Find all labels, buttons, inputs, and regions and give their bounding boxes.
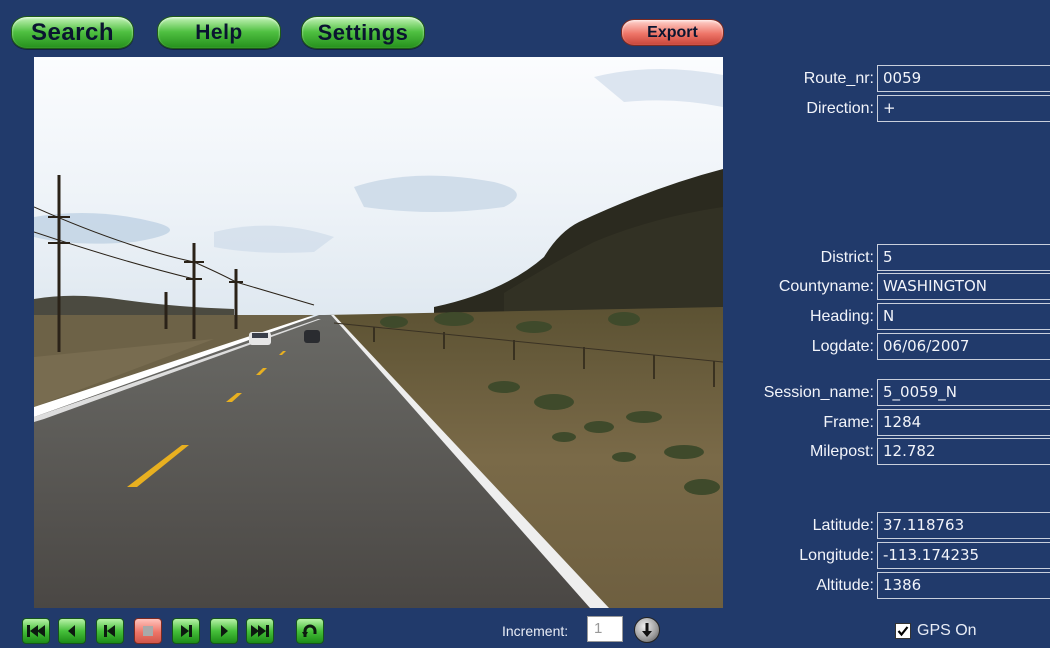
heading-label: Heading: <box>809 308 874 325</box>
increment-button[interactable] <box>634 617 660 643</box>
route-nr-field[interactable]: 0059 <box>877 65 1050 92</box>
milepost-field[interactable]: 12.782 <box>877 438 1050 465</box>
district-label: District: <box>820 249 874 266</box>
gps-label: GPS On <box>917 622 977 639</box>
last-frame-icon <box>251 625 269 637</box>
longitude-label: Longitude: <box>799 547 874 564</box>
latitude-label: Latitude: <box>812 517 874 534</box>
gps-checkbox[interactable] <box>895 623 911 639</box>
altitude-field[interactable]: 1386 <box>877 572 1050 599</box>
latitude-field[interactable]: 37.118763 <box>877 512 1050 539</box>
district-field[interactable]: 5 <box>877 244 1050 271</box>
heading-field[interactable]: N <box>877 303 1050 330</box>
frame-field[interactable]: 1284 <box>877 409 1050 436</box>
help-button[interactable]: Help <box>157 16 281 49</box>
session-name-field[interactable]: 5_0059_N <box>877 379 1050 406</box>
export-button[interactable]: Export <box>621 19 724 46</box>
step-back-icon <box>104 625 115 637</box>
play-button[interactable] <box>210 618 238 644</box>
play-icon <box>221 625 228 637</box>
increment-input[interactable]: 1 <box>587 616 623 642</box>
search-button[interactable]: Search <box>11 16 134 49</box>
step-back-button[interactable] <box>96 618 124 644</box>
previous-button[interactable] <box>58 618 86 644</box>
logdate-label: Logdate: <box>811 338 874 355</box>
last-frame-button[interactable] <box>246 618 274 644</box>
down-arrow-icon <box>642 623 652 637</box>
stop-icon <box>143 626 153 636</box>
reset-button[interactable] <box>296 618 324 644</box>
logdate-field[interactable]: 06/06/2007 <box>877 333 1050 360</box>
direction-field[interactable]: + <box>877 95 1050 122</box>
direction-label: Direction: <box>806 100 874 117</box>
first-frame-button[interactable] <box>22 618 50 644</box>
frame-label: Frame: <box>823 414 874 431</box>
step-forward-button[interactable] <box>172 618 200 644</box>
first-frame-icon <box>27 625 45 637</box>
road-image-viewer[interactable] <box>34 57 723 608</box>
longitude-field[interactable]: -113.174235 <box>877 542 1050 569</box>
settings-button[interactable]: Settings <box>301 16 425 49</box>
altitude-label: Altitude: <box>816 577 874 594</box>
step-forward-icon <box>181 625 192 637</box>
countyname-field[interactable]: WASHINGTON <box>877 273 1050 300</box>
route-nr-label: Route_nr: <box>803 70 874 87</box>
countyname-label: Countyname: <box>778 278 874 295</box>
previous-icon <box>68 625 75 637</box>
stop-button[interactable] <box>134 618 162 644</box>
road-photo <box>34 57 723 608</box>
milepost-label: Milepost: <box>809 443 874 460</box>
session-name-label: Session_name: <box>763 384 874 401</box>
reset-icon <box>302 624 317 637</box>
checkmark-icon <box>897 626 909 637</box>
increment-label: Increment: <box>502 623 569 639</box>
